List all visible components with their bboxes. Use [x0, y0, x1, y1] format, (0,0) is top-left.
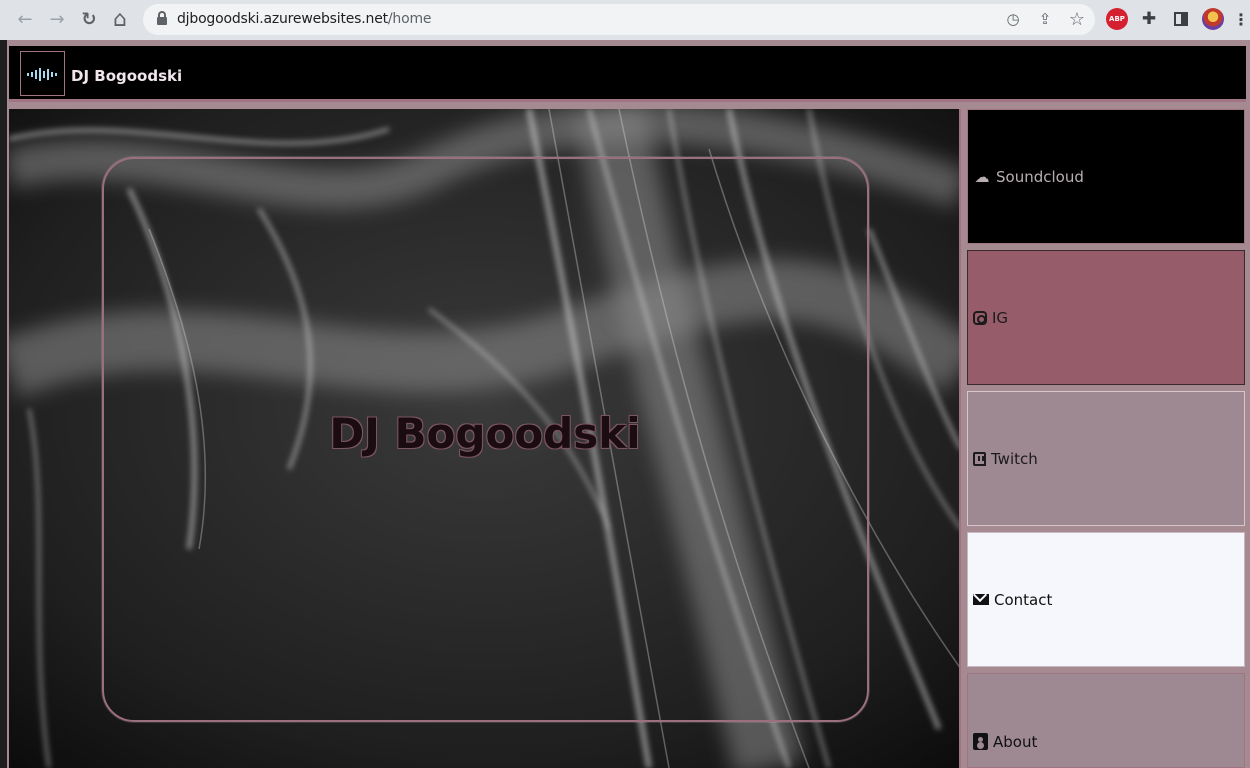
brand-name[interactable]: DJ Bogoodski [71, 67, 182, 85]
share-icon[interactable]: ⇪ [1035, 9, 1055, 29]
reload-icon[interactable]: ↻ [76, 6, 102, 32]
extensions-puzzle-icon[interactable]: ✚ [1138, 8, 1160, 30]
sidebar-item-label: About [993, 732, 1038, 751]
home-icon[interactable]: ⌂ [107, 6, 133, 32]
twitch-icon [973, 451, 986, 466]
adblock-plus-icon[interactable]: ABP [1106, 8, 1128, 30]
browser-menu-icon[interactable]: ⋮ [1233, 8, 1249, 30]
site-header: DJ Bogoodski [9, 46, 1246, 102]
browser-toolbar: ← → ↻ ⌂ djbogoodski.azurewebsites.net/ho… [0, 0, 1250, 40]
hero-title: DJ Bogoodski [329, 409, 641, 458]
performance-icon[interactable]: ◷ [1003, 9, 1023, 29]
side-panel-icon[interactable] [1174, 12, 1188, 26]
profile-avatar[interactable] [1202, 8, 1224, 30]
forward-arrow-icon[interactable]: → [44, 6, 70, 32]
sidebar-item-label: IG [992, 308, 1009, 327]
sidebar-item-label: Twitch [991, 449, 1038, 468]
id-badge-icon [973, 733, 988, 750]
url-text[interactable]: djbogoodski.azurewebsites.net/home [177, 11, 432, 27]
sidebar-item-ig[interactable]: IG [967, 250, 1245, 385]
cloud-icon: ☁ [974, 167, 990, 186]
lock-icon[interactable] [157, 11, 167, 25]
envelope-icon [973, 594, 989, 605]
page-left-edge [0, 40, 7, 768]
sidebar-item-label: Soundcloud [996, 167, 1084, 186]
bookmark-star-icon[interactable]: ☆ [1067, 9, 1087, 30]
sidebar-item-contact[interactable]: Contact [967, 532, 1245, 667]
page: DJ Bogoodski DJ Bogoodski ☁ Soundcloud I… [0, 40, 1250, 768]
hero-banner: DJ Bogoodski [9, 109, 961, 768]
logo[interactable] [20, 51, 65, 96]
sidebar-item-soundcloud[interactable]: ☁ Soundcloud [967, 109, 1245, 244]
instagram-icon [973, 310, 987, 325]
sidebar-item-about[interactable]: About [967, 673, 1245, 768]
back-arrow-icon[interactable]: ← [12, 6, 38, 32]
address-bar[interactable]: djbogoodski.azurewebsites.net/home ◷ ⇪ ☆ [143, 4, 1095, 35]
sidebar-item-twitch[interactable]: Twitch [967, 391, 1245, 526]
sidebar-item-label: Contact [994, 590, 1053, 609]
